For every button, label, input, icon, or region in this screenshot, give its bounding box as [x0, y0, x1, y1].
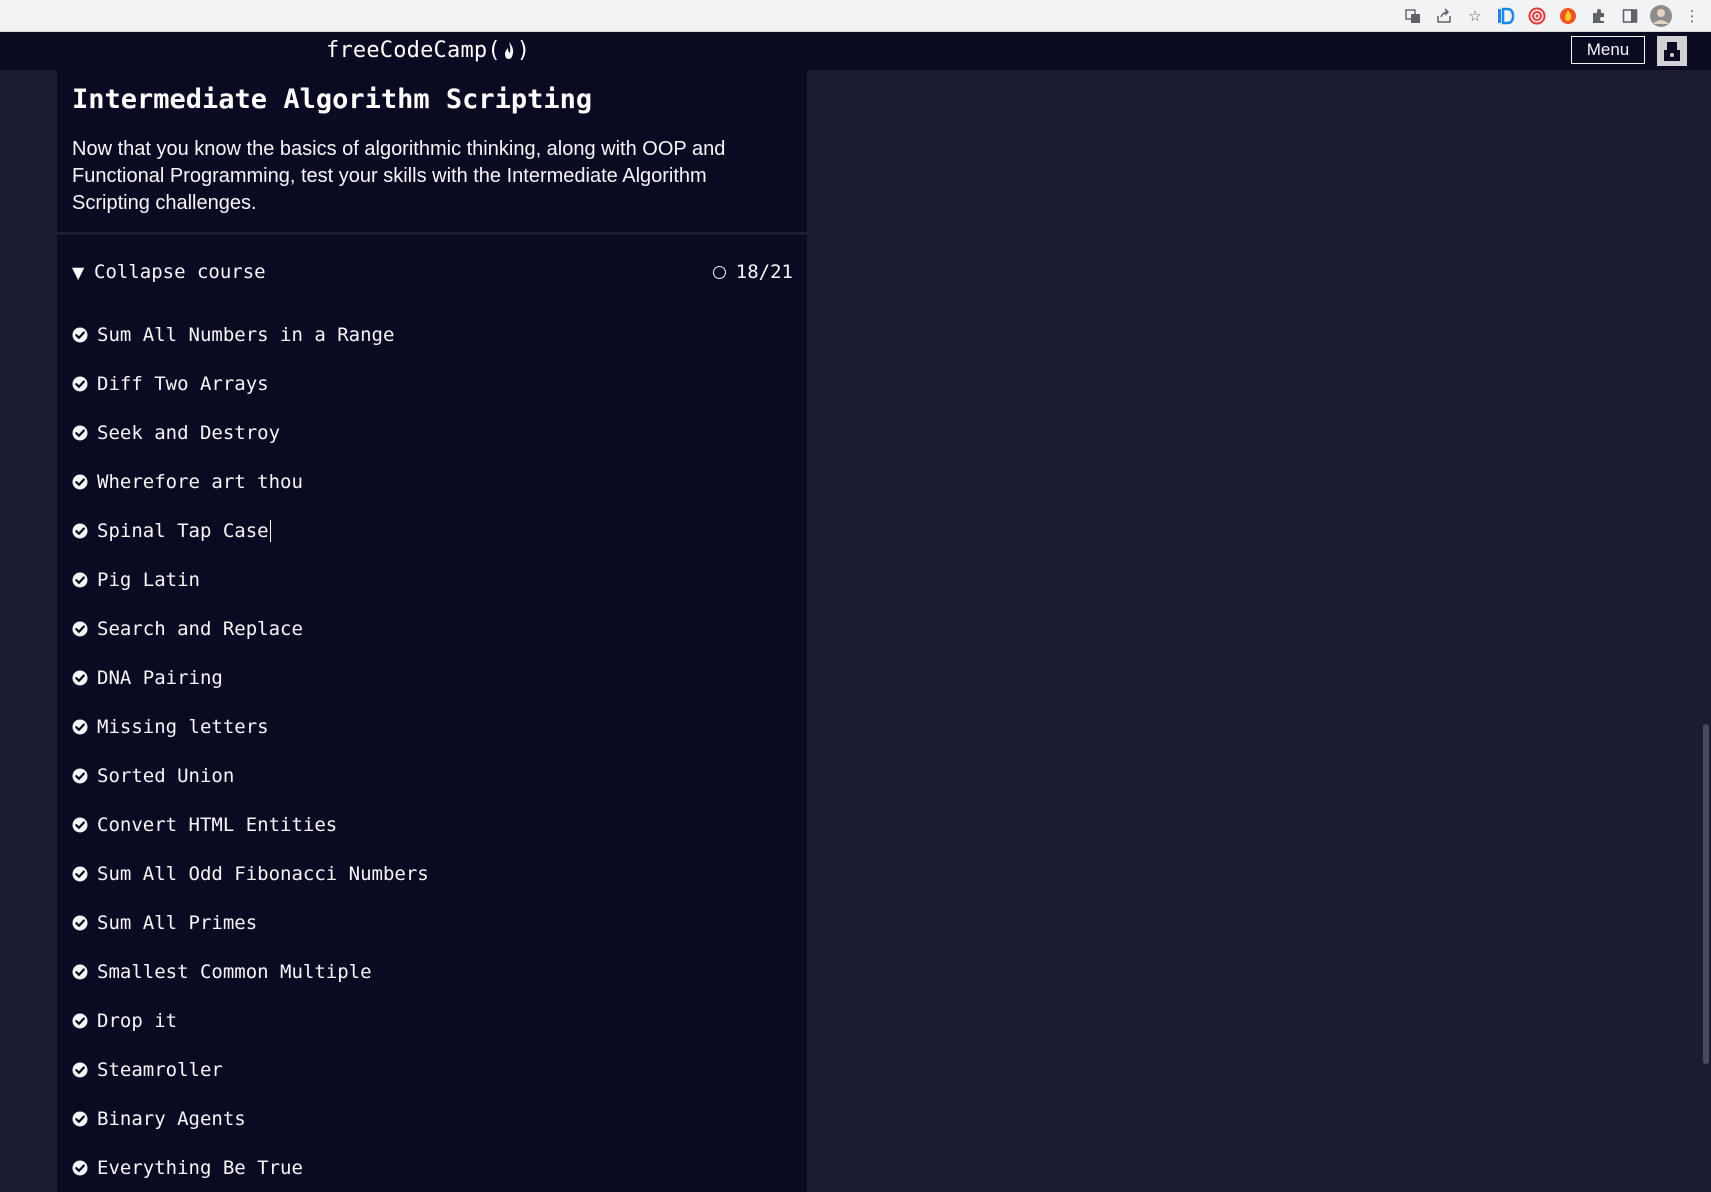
text-cursor — [269, 519, 272, 542]
extension-target-icon[interactable] — [1526, 5, 1548, 27]
check-circle-icon — [72, 523, 88, 539]
challenge-title: Sum All Odd Fibonacci Numbers — [97, 862, 429, 885]
challenge-item[interactable]: Diff Two Arrays — [72, 359, 429, 408]
challenge-item[interactable]: Search and Replace — [72, 604, 429, 653]
challenge-item[interactable]: Sum All Numbers in a Range — [72, 310, 429, 359]
check-circle-icon — [72, 964, 88, 980]
challenge-title: Pig Latin — [97, 568, 200, 591]
challenge-item[interactable]: DNA Pairing — [72, 653, 429, 702]
challenge-title: Sum All Numbers in a Range — [97, 323, 395, 346]
fcc-logo[interactable]: freeCodeCamp( ) — [326, 36, 530, 66]
sidepanel-icon[interactable] — [1619, 5, 1641, 27]
block-description: Now that you know the basics of algorith… — [72, 138, 726, 214]
challenge-item[interactable]: Sum All Odd Fibonacci Numbers — [72, 849, 429, 898]
challenge-item[interactable]: Seek and Destroy — [72, 408, 429, 457]
check-circle-icon — [72, 327, 88, 343]
challenge-item[interactable]: Wherefore art thou — [72, 457, 429, 506]
block-title: Intermediate Algorithm Scripting — [72, 84, 593, 115]
challenge-title: Wherefore art thou — [97, 470, 303, 493]
extension-fire-icon[interactable] — [1557, 5, 1579, 27]
challenge-title: Convert HTML Entities — [97, 813, 338, 836]
check-circle-icon — [72, 572, 88, 588]
course-progress: 18/21 — [712, 261, 793, 283]
challenge-item[interactable]: Sum All Primes — [72, 898, 429, 947]
profile-avatar-icon[interactable] — [1650, 5, 1672, 27]
challenge-title: Sorted Union — [97, 764, 235, 787]
progress-ring-icon — [712, 265, 726, 279]
browser-toolbar: ☆ ⋮ — [0, 0, 1711, 32]
divider — [57, 232, 807, 235]
check-circle-icon — [72, 474, 88, 490]
challenge-title: Sum All Primes — [97, 911, 258, 934]
challenge-item[interactable]: Smallest Common Multiple — [72, 947, 429, 996]
avatar-icon — [1664, 42, 1680, 61]
challenge-title: Binary Agents — [97, 1107, 246, 1130]
challenge-item[interactable]: Sorted Union — [72, 751, 429, 800]
menu-button[interactable]: Menu — [1571, 36, 1645, 64]
challenge-item[interactable]: Missing letters — [72, 702, 429, 751]
check-circle-icon — [72, 817, 88, 833]
challenge-title: Steamroller — [97, 1058, 223, 1081]
collapse-label: Collapse course — [94, 261, 266, 283]
progress-label: 18/21 — [735, 261, 793, 283]
collapse-course-toggle[interactable]: ▼ Collapse course 18/21 — [72, 256, 793, 288]
challenge-title: Spinal Tap Case — [97, 519, 269, 542]
challenge-title: Diff Two Arrays — [97, 372, 269, 395]
challenge-title: DNA Pairing — [97, 666, 223, 689]
check-circle-icon — [72, 670, 88, 686]
check-circle-icon — [72, 768, 88, 784]
challenge-list: Sum All Numbers in a Range Diff Two Array… — [72, 310, 429, 1192]
check-circle-icon — [72, 1013, 88, 1029]
challenge-title: Search and Replace — [97, 617, 303, 640]
challenge-item[interactable]: Steamroller — [72, 1045, 429, 1094]
share-icon[interactable] — [1433, 5, 1455, 27]
challenge-title: Everything Be True — [97, 1156, 303, 1179]
more-icon[interactable]: ⋮ — [1681, 5, 1703, 27]
scrollbar-thumb[interactable] — [1703, 724, 1709, 1064]
logo-text-right: ) — [516, 38, 531, 63]
challenge-title: Smallest Common Multiple — [97, 960, 372, 983]
check-circle-icon — [72, 719, 88, 735]
translate-icon[interactable] — [1402, 5, 1424, 27]
challenge-title: Drop it — [97, 1009, 178, 1032]
challenge-title: Missing letters — [97, 715, 269, 738]
check-circle-icon — [72, 425, 88, 441]
challenge-item[interactable]: Binary Agents — [72, 1094, 429, 1143]
browser-extension-icons: ☆ ⋮ — [1402, 4, 1703, 28]
challenge-item[interactable]: Spinal Tap Case — [72, 506, 429, 555]
check-circle-icon — [72, 1111, 88, 1127]
superblock-panel: Intermediate Algorithm Scripting Now tha… — [57, 70, 807, 1192]
check-circle-icon — [72, 376, 88, 392]
logo-text-left: freeCodeCamp( — [326, 38, 501, 63]
user-avatar[interactable] — [1657, 36, 1687, 66]
challenge-item[interactable]: Convert HTML Entities — [72, 800, 429, 849]
check-circle-icon — [72, 621, 88, 637]
challenge-title: Seek and Destroy — [97, 421, 281, 444]
site-navbar: freeCodeCamp( ) Menu — [0, 32, 1711, 70]
flame-icon — [502, 41, 516, 61]
check-circle-icon — [72, 1062, 88, 1078]
check-circle-icon — [72, 915, 88, 931]
challenge-item[interactable]: Everything Be True — [72, 1143, 429, 1192]
challenge-item[interactable]: Pig Latin — [72, 555, 429, 604]
challenge-item[interactable]: Drop it — [72, 996, 429, 1045]
check-circle-icon — [72, 866, 88, 882]
triangle-down-icon: ▼ — [72, 262, 85, 282]
extension-d-icon[interactable] — [1495, 5, 1517, 27]
check-circle-icon — [72, 1160, 88, 1176]
puzzle-icon[interactable] — [1588, 5, 1610, 27]
star-icon[interactable]: ☆ — [1464, 5, 1486, 27]
